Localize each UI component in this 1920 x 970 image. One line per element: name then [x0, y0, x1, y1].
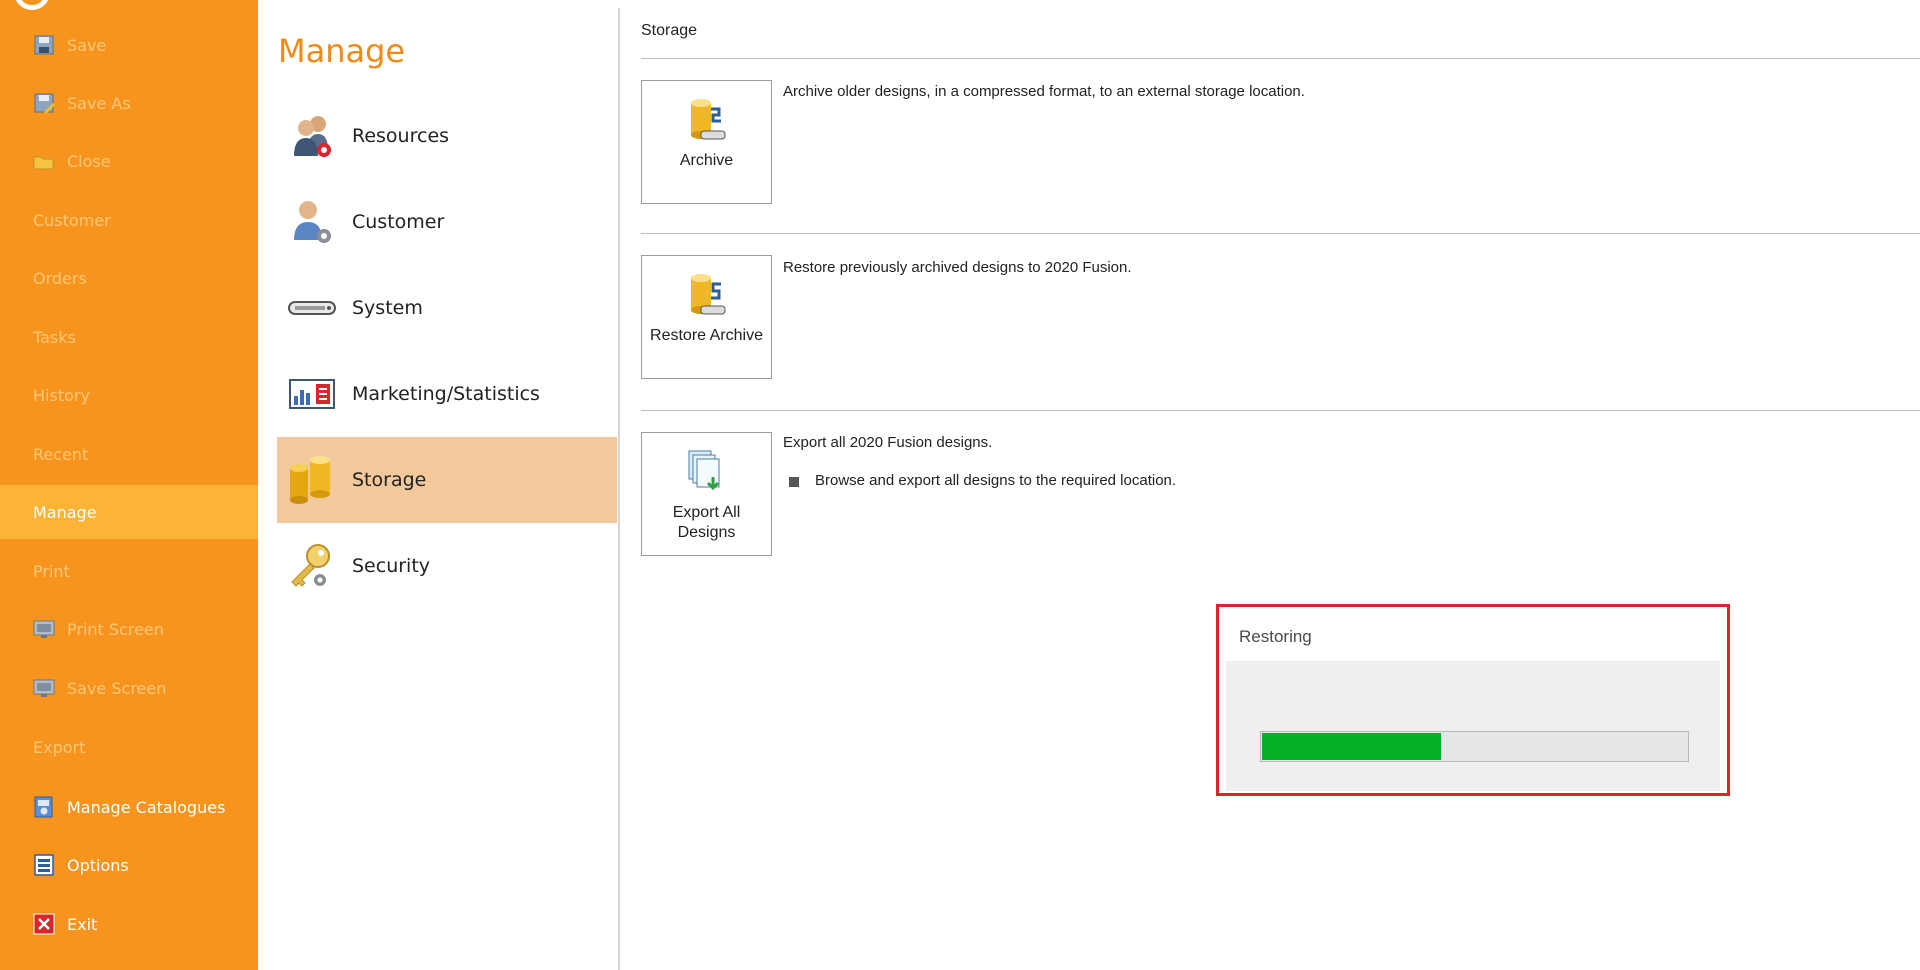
customer-user-icon — [286, 196, 338, 248]
archive-label: Archive — [679, 152, 734, 169]
category-label: System — [352, 297, 423, 319]
category-customer[interactable]: Customer — [277, 179, 617, 265]
restore-archive-label: Restore Archive — [650, 327, 763, 344]
nav-item-options[interactable]: Options — [0, 838, 258, 892]
category-storage[interactable]: Storage — [277, 437, 617, 523]
app-logo-icon[interactable] — [14, 0, 50, 10]
nav-item-label: Save — [67, 35, 107, 55]
archive-description: Archive older designs, in a compressed f… — [783, 83, 1305, 100]
dialog-body — [1226, 661, 1720, 791]
nav-item-label: Tasks — [33, 327, 76, 347]
export-description: Export all 2020 Fusion designs. — [783, 434, 993, 451]
nav-item-save-screen[interactable]: Save Screen — [0, 661, 258, 715]
storage-cylinders-icon — [286, 454, 338, 506]
restore-archive-icon — [683, 270, 731, 318]
nav-item-close[interactable]: Close — [0, 134, 258, 188]
system-drive-icon — [286, 282, 338, 334]
category-security[interactable]: Security — [277, 523, 617, 609]
category-label: Security — [352, 555, 431, 577]
save-screen-icon — [33, 677, 55, 699]
nav-item-orders[interactable]: Orders — [0, 251, 258, 305]
manage-title: Manage — [278, 32, 406, 70]
nav-item-label: Manage — [33, 502, 97, 522]
restore-archive-description: Restore previously archived designs to 2… — [783, 259, 1132, 276]
restore-progress-bar — [1260, 731, 1689, 762]
export-label-line1: Export All — [672, 504, 741, 521]
section-divider — [641, 410, 1920, 411]
nav-item-print[interactable]: Print — [0, 544, 258, 598]
category-marketing-statistics[interactable]: Marketing/Statistics — [277, 351, 617, 437]
nav-item-label: Options — [67, 855, 129, 875]
export-bullet-text: Browse and export all designs to the req… — [815, 472, 1177, 489]
nav-item-export[interactable]: Export — [0, 720, 258, 774]
nav-item-label: Recent — [33, 444, 89, 464]
nav-item-label: Customer — [33, 210, 111, 230]
export-label-line2: Designs — [677, 524, 736, 541]
export-all-designs-button[interactable]: Export All Designs — [641, 432, 772, 556]
nav-item-tasks[interactable]: Tasks — [0, 310, 258, 364]
nav-item-label: Orders — [33, 268, 87, 288]
progress-fill — [1262, 733, 1441, 760]
nav-item-label: Save Screen — [67, 678, 167, 698]
nav-item-print-screen[interactable]: Print Screen — [0, 602, 258, 656]
exit-icon — [33, 913, 55, 935]
print-screen-icon — [33, 618, 55, 640]
dialog-title: Restoring — [1239, 627, 1312, 646]
category-label: Resources — [352, 125, 450, 147]
category-resources[interactable]: Resources — [277, 93, 617, 179]
bullet-icon — [789, 477, 799, 487]
nav-item-label: Print Screen — [67, 619, 164, 639]
nav-item-manage[interactable]: Manage — [0, 485, 258, 539]
catalogue-icon — [33, 796, 55, 818]
nav-item-label: Exit — [67, 914, 98, 934]
options-icon — [33, 854, 55, 876]
export-designs-icon — [683, 447, 731, 495]
nav-item-label: Export — [33, 737, 86, 757]
section-divider — [641, 233, 1920, 234]
restore-archive-button[interactable]: Restore Archive — [641, 255, 772, 379]
nav-item-history[interactable]: History — [0, 368, 258, 422]
storage-title: Storage — [641, 22, 698, 39]
nav-item-manage-catalogues[interactable]: Manage Catalogues — [0, 780, 258, 834]
close-folder-icon — [33, 150, 55, 172]
backstage-nav: Save Save As Close Customer Orders Tasks… — [0, 0, 258, 970]
nav-item-label: Save As — [67, 93, 131, 113]
save-icon — [33, 34, 55, 56]
nav-item-exit[interactable]: Exit — [0, 897, 258, 951]
nav-item-label: Manage Catalogues — [67, 797, 226, 817]
panel-divider — [618, 8, 620, 970]
category-label: Marketing/Statistics — [352, 383, 540, 405]
nav-item-save[interactable]: Save — [0, 18, 258, 72]
export-all-designs-label: Export All Designs — [673, 503, 741, 543]
resources-users-icon — [286, 110, 338, 162]
category-label: Storage — [352, 469, 427, 491]
nav-item-label: History — [33, 385, 90, 405]
archive-icon — [683, 95, 731, 143]
security-key-icon — [286, 540, 338, 592]
nav-item-save-as[interactable]: Save As — [0, 76, 258, 130]
restoring-dialog: Restoring — [1216, 604, 1730, 796]
nav-item-label: Print — [33, 561, 70, 581]
category-label: Customer — [352, 211, 445, 233]
category-system[interactable]: System — [277, 265, 617, 351]
statistics-chart-icon — [286, 368, 338, 420]
nav-item-customer[interactable]: Customer — [0, 193, 258, 247]
save-as-icon — [33, 92, 55, 114]
archive-button[interactable]: Archive — [641, 80, 772, 204]
section-divider — [641, 58, 1920, 59]
nav-item-label: Close — [67, 151, 111, 171]
nav-item-recent[interactable]: Recent — [0, 427, 258, 481]
